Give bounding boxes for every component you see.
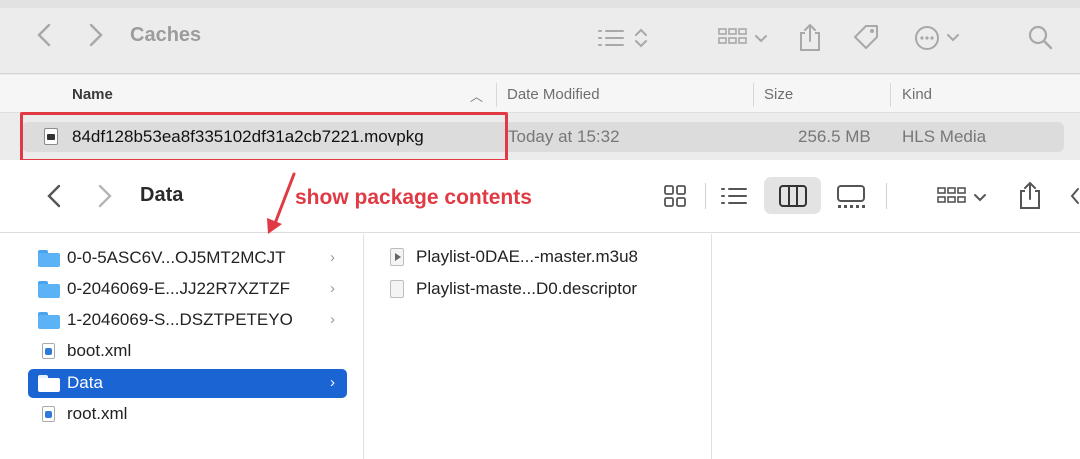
column-header-date-modified[interactable]: Date Modified: [507, 86, 600, 103]
view-list-button[interactable]: [720, 185, 748, 212]
column-header-name[interactable]: Name: [72, 86, 113, 103]
file-date-modified: Today at 15:32: [508, 127, 620, 146]
back-search-button[interactable]: [1027, 24, 1053, 55]
column-item-label[interactable]: root.xml: [67, 404, 127, 424]
back-share-button[interactable]: [797, 22, 823, 57]
highlight-box: [20, 112, 508, 162]
chevron-right-icon: ›: [330, 280, 335, 297]
grid-group-icon: [718, 28, 767, 44]
sort-ascending-icon: ︿: [470, 89, 484, 104]
back-group-button[interactable]: [718, 26, 770, 55]
nav-forward-button[interactable]: [97, 183, 113, 214]
annotation-label: show package contents: [295, 186, 532, 209]
back-more-button[interactable]: [914, 25, 964, 56]
contents-column: [365, 234, 712, 459]
nav-back-button[interactable]: [46, 183, 62, 214]
view-icon-button[interactable]: [663, 184, 687, 213]
chevron-right-icon: ›: [330, 249, 335, 266]
share-button[interactable]: [1017, 180, 1043, 215]
file-size: 256.5 MB: [798, 127, 871, 146]
document-file-icon: [390, 280, 404, 298]
column-divider[interactable]: [890, 83, 891, 107]
column-item-label[interactable]: boot.xml: [67, 341, 131, 361]
m3u8-file-icon: [390, 248, 404, 266]
back-nav-back-button[interactable]: [36, 22, 52, 53]
content-item-label[interactable]: Playlist-0DAE...-master.m3u8: [416, 247, 638, 267]
chevron-left-icon: [47, 184, 61, 208]
content-item-label[interactable]: Playlist-maste...D0.descriptor: [416, 279, 637, 299]
column-view-icon: [778, 183, 808, 214]
column-header-kind[interactable]: Kind: [902, 86, 932, 103]
share-icon: [1020, 181, 1040, 209]
file-kind: HLS Media: [902, 127, 987, 146]
xml-file-icon: [42, 343, 55, 359]
view-gallery-button[interactable]: [836, 183, 866, 216]
back-window-title-strip: [0, 0, 1080, 8]
column-item-label[interactable]: 1-2046069-S...DSZTPETEYO: [67, 310, 293, 330]
chevron-left-icon: [1070, 188, 1079, 204]
back-sort-button[interactable]: [597, 26, 651, 55]
chevron-right-icon: [98, 184, 112, 208]
chevron-right-icon: [89, 23, 103, 47]
column-item-label[interactable]: 0-2046069-E...JJ22R7XZTZF: [67, 279, 290, 299]
window-title: Data: [140, 184, 184, 206]
back-nav-forward-button[interactable]: [88, 22, 104, 53]
column-header-size[interactable]: Size: [764, 86, 793, 103]
column-item-label[interactable]: Data: [67, 373, 103, 393]
icon-view-icon: [664, 185, 686, 207]
list-view-icon: [721, 188, 747, 204]
grid-group-icon: [937, 187, 986, 203]
tag-icon: [854, 25, 878, 49]
xml-file-icon: [42, 406, 55, 422]
toolbar-divider: [705, 183, 706, 209]
column-divider[interactable]: [753, 83, 754, 107]
chevron-right-icon: ›: [330, 311, 335, 328]
toolbar-overflow-button[interactable]: [1070, 186, 1080, 211]
gallery-view-icon: [837, 185, 865, 208]
chevron-left-icon: [37, 23, 51, 47]
group-button[interactable]: [937, 185, 989, 214]
column-item-label[interactable]: 0-0-5ASC6V...OJ5MT2MCJT: [67, 248, 286, 268]
chevron-right-icon: ›: [330, 374, 335, 391]
ellipsis-circle-icon: [915, 26, 959, 50]
back-window-title: Caches: [130, 24, 202, 46]
toolbar-divider: [886, 183, 887, 209]
list-sort-icon: [598, 28, 647, 48]
screen: Caches Name ︿ Date Modified Size Kind 84…: [0, 0, 1080, 459]
annotation-arrow-icon: [267, 172, 296, 234]
back-tag-button[interactable]: [851, 22, 881, 57]
share-icon: [800, 23, 820, 51]
search-icon: [1028, 25, 1053, 50]
column-divider[interactable]: [496, 83, 497, 107]
